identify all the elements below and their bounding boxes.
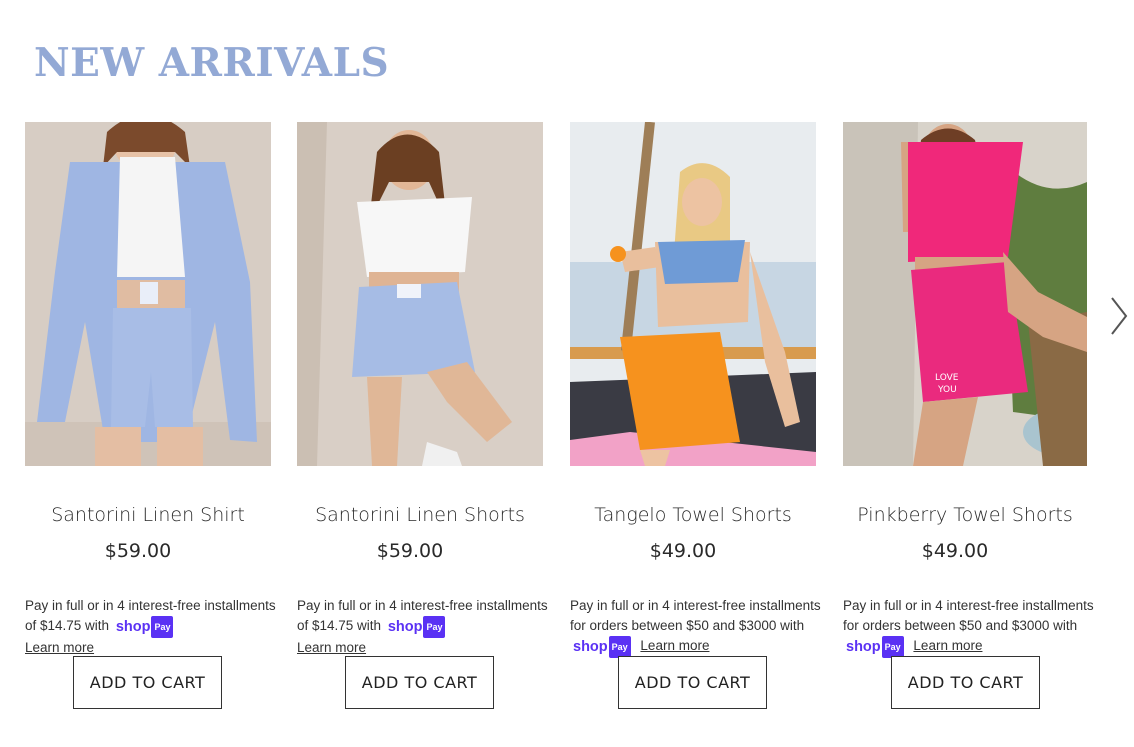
add-to-cart-button[interactable]: ADD TO CART	[618, 656, 767, 709]
shop-logo-text: shop	[573, 639, 608, 655]
shop-logo-text: shop	[846, 639, 881, 655]
chevron-right-icon[interactable]	[1104, 294, 1132, 338]
shop-pay-installments: Pay in full or in 4 interest-free instal…	[297, 596, 557, 658]
shop-pay-logo-icon: shop Pay	[116, 616, 174, 638]
shop-logo-text: shop	[387, 619, 423, 635]
product-image[interactable]	[570, 122, 816, 466]
product-card: LOVE YOU Pinkberry Towel Shorts $49.00 P…	[843, 122, 1094, 709]
svg-text:LOVE: LOVE	[935, 373, 959, 383]
pay-badge: Pay	[881, 636, 904, 658]
add-to-cart-button[interactable]: ADD TO CART	[345, 656, 494, 709]
product-card: Santorini Linen Shirt $59.00 Pay in full…	[25, 122, 276, 709]
product-price: $49.00	[921, 540, 989, 562]
shop-logo-text: shop	[115, 619, 151, 635]
shop-pay-logo-icon: shop Pay	[846, 636, 904, 658]
product-name[interactable]: Santorini Linen Shorts	[297, 504, 543, 526]
shop-pay-logo-icon: shop Pay	[573, 636, 631, 658]
shop-pay-installments: Pay in full or in 4 interest-free instal…	[843, 596, 1103, 658]
learn-more-link[interactable]: Learn more	[297, 640, 366, 655]
learn-more-link[interactable]: Learn more	[25, 640, 94, 655]
add-to-cart-button[interactable]: ADD TO CART	[891, 656, 1040, 709]
product-image[interactable]	[25, 122, 271, 466]
product-card: Santorini Linen Shorts $59.00 Pay in ful…	[297, 122, 548, 709]
shop-pay-installments: Pay in full or in 4 interest-free instal…	[570, 596, 830, 658]
product-price: $59.00	[104, 540, 172, 562]
learn-more-link[interactable]: Learn more	[913, 638, 982, 653]
add-to-cart-button[interactable]: ADD TO CART	[73, 656, 222, 709]
installments-text: Pay in full or in 4 interest-free instal…	[570, 598, 821, 633]
product-price: $59.00	[376, 540, 444, 562]
shop-pay-logo-icon: shop Pay	[388, 616, 446, 638]
product-name[interactable]: Santorini Linen Shirt	[25, 504, 271, 526]
product-name[interactable]: Tangelo Towel Shorts	[570, 504, 816, 526]
pay-badge: Pay	[608, 636, 631, 658]
product-image[interactable]: LOVE YOU	[843, 122, 1087, 466]
installments-text: Pay in full or in 4 interest-free instal…	[843, 598, 1094, 633]
product-price: $49.00	[649, 540, 717, 562]
shop-pay-installments: Pay in full or in 4 interest-free instal…	[25, 596, 285, 658]
section-title: NEW ARRIVALS	[34, 40, 390, 86]
pay-badge: Pay	[151, 616, 174, 638]
product-image[interactable]	[297, 122, 543, 466]
learn-more-link[interactable]: Learn more	[640, 638, 709, 653]
product-card: Tangelo Towel Shorts $49.00 Pay in full …	[570, 122, 821, 709]
pay-badge: Pay	[423, 616, 446, 638]
svg-text:YOU: YOU	[937, 385, 957, 395]
product-name[interactable]: Pinkberry Towel Shorts	[843, 504, 1087, 526]
